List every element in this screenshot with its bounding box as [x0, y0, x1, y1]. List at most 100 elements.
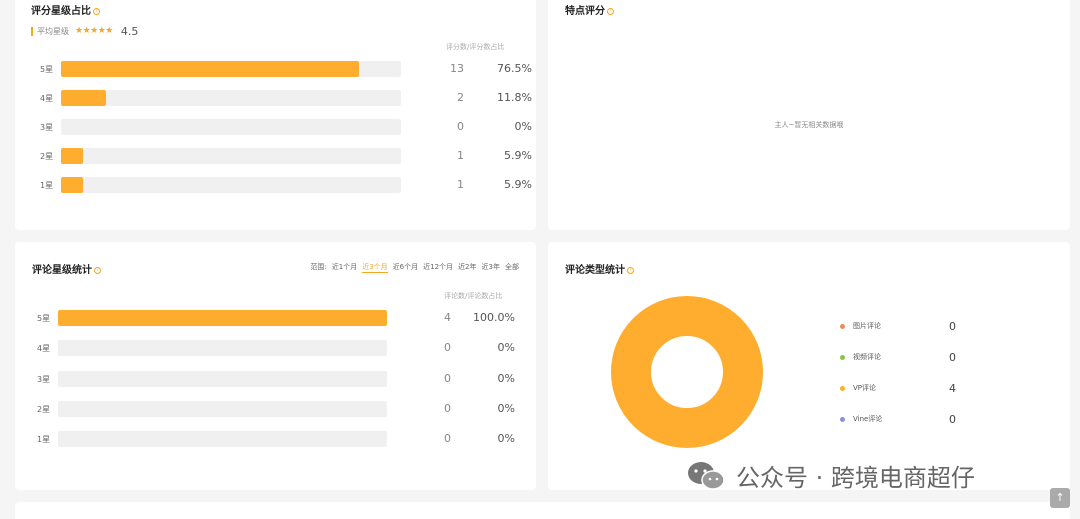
rating-bar-track[interactable]: [61, 90, 401, 106]
star-level-label: 3星: [40, 123, 54, 132]
rating-bar-track[interactable]: [58, 431, 387, 447]
star-level-label: 3星: [37, 374, 51, 384]
feature-rating-title: 特点评分?: [565, 2, 614, 17]
star-level-label: 1星: [40, 181, 54, 190]
legend-value: 4: [949, 381, 956, 395]
rating-count: 0: [444, 432, 451, 445]
rating-count: 0: [444, 401, 451, 415]
star-level-label: 2星: [40, 152, 54, 161]
rating-percent: 0%: [497, 341, 515, 355]
range-selector: 范围: 近1个月 近3个月 近6个月 近12个月 近2年 近3年 全部: [310, 262, 519, 273]
rating-bar-track[interactable]: [61, 119, 401, 135]
rating-bar-fill: [61, 177, 84, 193]
star-rating-icon: ★★★★★: [75, 26, 113, 36]
rating-share-card: 评分星级占比? 平均星级 ★★★★★ 4.5 评分数/评分数占比 5星 13 76.…: [15, 0, 536, 230]
scroll-to-top-button[interactable]: ↑: [1050, 488, 1070, 508]
rating-share-title: 评分星级占比?: [31, 2, 100, 17]
rating-bar-track[interactable]: [61, 148, 401, 164]
help-icon[interactable]: ?: [607, 8, 614, 15]
rating-row: 1星 1 5.9%: [40, 177, 532, 193]
rating-percent: 5.9%: [504, 178, 532, 191]
rating-bar-track[interactable]: [61, 177, 401, 193]
rating-count: 0: [444, 371, 451, 385]
rating-bar-fill: [61, 90, 107, 106]
arrow-up-icon: ↑: [1055, 491, 1065, 504]
rating-bar-track[interactable]: [58, 340, 387, 357]
range-option[interactable]: 全部: [505, 262, 519, 273]
star-level-label: 1星: [37, 435, 51, 444]
rating-count: 0: [444, 341, 451, 355]
legend-dot-icon: [840, 416, 845, 422]
donut-chart: [611, 296, 763, 448]
legend-dot-icon: [840, 385, 845, 391]
rating-count: 13: [450, 62, 464, 75]
accent-bar: [31, 26, 33, 36]
star-level-label: 2星: [37, 404, 51, 414]
rating-bar-track[interactable]: [58, 400, 387, 417]
star-level-label: 5星: [37, 314, 51, 323]
rating-row: 3星 0 0%: [40, 119, 532, 135]
legend-item[interactable]: 图片评论 0: [840, 320, 956, 333]
rating-percent: 0%: [497, 401, 515, 415]
rating-percent: 11.8%: [497, 91, 532, 104]
rating-row: 2星 1 5.9%: [40, 148, 532, 164]
help-icon[interactable]: ?: [93, 8, 100, 15]
rating-percent: 5.9%: [504, 149, 532, 162]
legend-name: 图片评论: [853, 322, 881, 330]
bottom-card: [15, 502, 1070, 519]
star-level-label: 5星: [40, 65, 54, 74]
range-option[interactable]: 近6个月: [393, 262, 418, 273]
legend-item[interactable]: Vine评论 0: [840, 412, 956, 426]
range-option[interactable]: 近2年: [458, 262, 476, 273]
legend-dot-icon: [840, 354, 845, 360]
wechat-icon: [688, 461, 725, 490]
average-rating-label: 平均星级: [37, 26, 69, 36]
review-rating-stats-card: 评论星级统计? 范围: 近1个月 近3个月 近6个月 近12个月 近2年 近3年 全部 评论…: [15, 242, 536, 490]
rating-row: 3星 0 0%: [37, 370, 517, 387]
range-option[interactable]: 近3个月: [362, 262, 388, 273]
rating-percent: 0%: [497, 432, 515, 445]
rating-percent: 0%: [497, 371, 515, 385]
legend-item[interactable]: 视频评论 0: [840, 351, 956, 364]
column-header: 评论数/评论数占比: [444, 292, 503, 300]
rating-row: 5星 13 76.5%: [40, 61, 532, 77]
range-option[interactable]: 近3年: [482, 262, 500, 273]
rating-bar-track[interactable]: [58, 310, 387, 326]
empty-state-text: 主人~暂无相关数据哦: [774, 121, 844, 129]
rating-percent: 76.5%: [497, 62, 532, 75]
help-icon[interactable]: ?: [94, 267, 101, 274]
rating-bar-track[interactable]: [61, 61, 401, 77]
feature-rating-card: 特点评分? 主人~暂无相关数据哦: [548, 0, 1070, 230]
legend-name: VP评论: [853, 384, 877, 392]
legend-value: 0: [949, 412, 956, 426]
review-type-stats-card: 评论类型统计? 图片评论 0 视频评论 0 VP评论 4 Vine评论 0: [548, 242, 1070, 490]
rating-count: 0: [457, 120, 464, 133]
rating-bar-fill: [61, 61, 359, 77]
range-option[interactable]: 近12个月: [423, 262, 453, 273]
watermark: 公众号 · 跨境电商超仔: [686, 458, 975, 493]
legend-item[interactable]: VP评论 4: [840, 381, 956, 395]
rating-row: 5星 4 100.0%: [37, 310, 517, 326]
range-label: 范围:: [310, 263, 327, 271]
star-level-label: 4星: [40, 94, 54, 103]
rating-percent: 0%: [514, 120, 532, 133]
rating-count: 4: [444, 311, 451, 324]
legend-dot-icon: [840, 323, 845, 329]
column-header: 评分数/评分数占比: [446, 43, 505, 51]
rating-bar-track[interactable]: [58, 370, 387, 387]
rating-percent: 100.0%: [473, 311, 515, 324]
rating-bar-fill: [58, 310, 387, 326]
range-option[interactable]: 近1个月: [332, 262, 357, 273]
average-rating: 平均星级 ★★★★★ 4.5: [31, 24, 138, 38]
star-level-label: 4星: [37, 344, 51, 354]
rating-count: 2: [457, 91, 464, 104]
donut-segment-vp[interactable]: [611, 296, 763, 448]
help-icon[interactable]: ?: [627, 267, 634, 274]
rating-bar-fill: [61, 148, 84, 164]
average-rating-value: 4.5: [120, 24, 139, 38]
review-rating-stats-title: 评论星级统计?: [32, 261, 101, 276]
rating-count: 1: [457, 149, 464, 162]
rating-row: 4星 2 11.8%: [40, 90, 532, 106]
rating-row: 1星 0 0%: [37, 431, 517, 447]
rating-row: 4星 0 0%: [37, 340, 517, 357]
